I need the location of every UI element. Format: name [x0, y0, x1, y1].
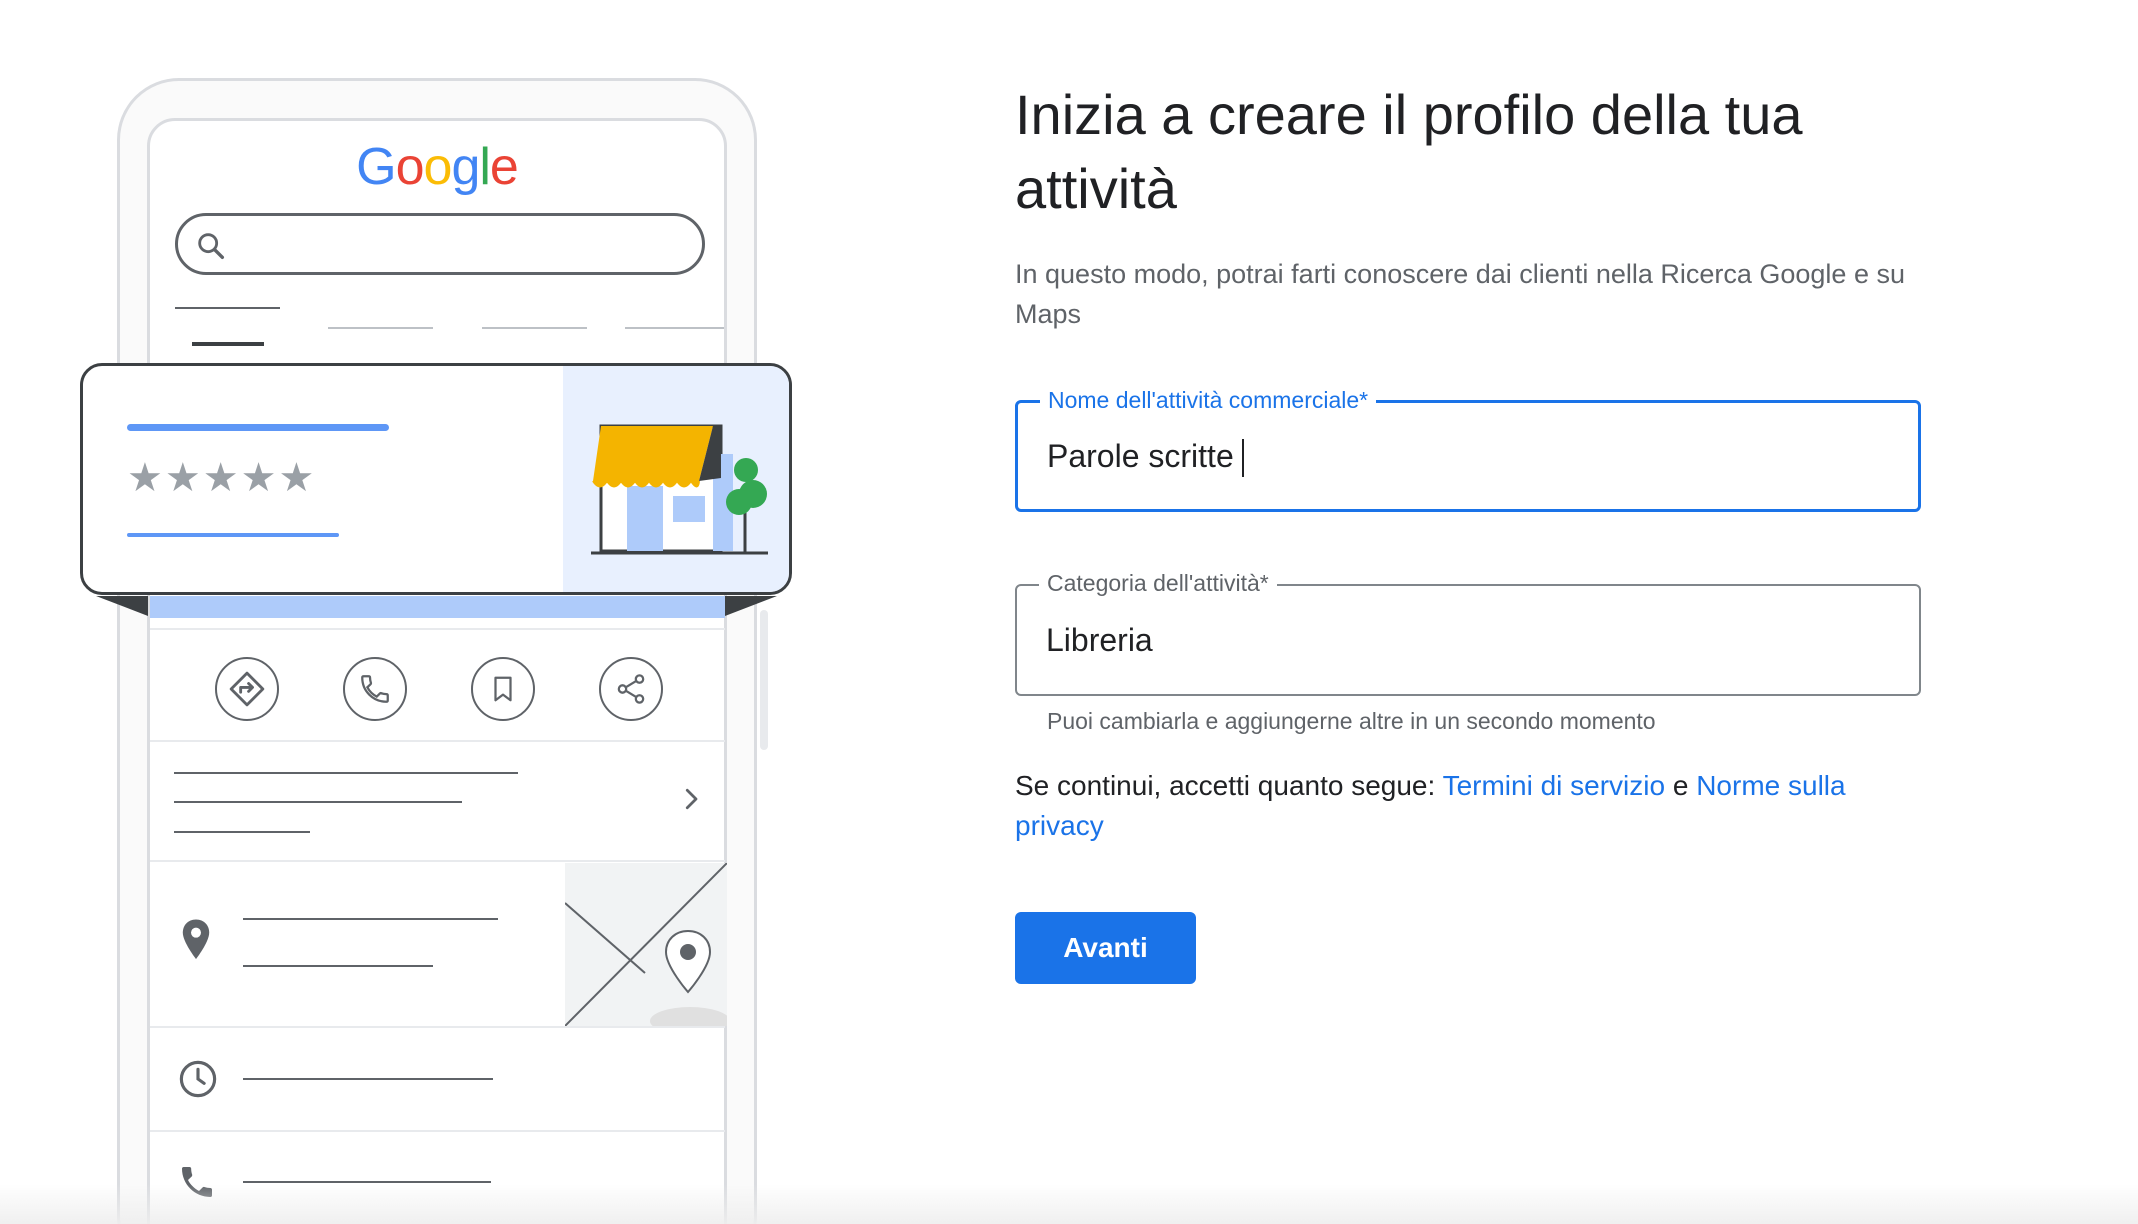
text-placeholder [174, 801, 462, 803]
directions-icon [229, 671, 265, 707]
divider [150, 860, 725, 862]
mock-tab-line [328, 327, 433, 329]
text-placeholder [174, 831, 310, 833]
mock-tab-line [625, 327, 724, 329]
clock-icon [179, 1060, 217, 1098]
page: Google ★★★★★ Inizia a creare il profilo … [0, 0, 2138, 1224]
text-placeholder [243, 918, 498, 920]
terms-conjunction: e [1665, 770, 1697, 801]
business-detail-placeholder [127, 533, 339, 537]
divider [150, 628, 725, 630]
business-category-field[interactable]: Categoria dell'attività* [1015, 568, 1921, 696]
text-placeholder [174, 772, 518, 774]
save-button-icon [471, 657, 535, 721]
business-name-field[interactable]: Nome dell'attività commerciale* [1015, 385, 1921, 512]
google-logo: Google [356, 138, 519, 196]
call-button-icon [343, 657, 407, 721]
category-helper-text: Puoi cambiarla e aggiungerne altre in un… [1047, 708, 1656, 734]
business-name-input[interactable] [1047, 403, 1887, 509]
business-name-placeholder [127, 424, 389, 431]
terms-text: Se continui, accetti quanto segue: Termi… [1015, 766, 1935, 846]
divider [150, 1130, 725, 1132]
text-placeholder [243, 965, 433, 967]
storefront-illustration [563, 366, 789, 592]
location-pin-icon [182, 919, 210, 960]
mock-scrollbar [760, 610, 768, 750]
business-profile-illustration: Google ★★★★★ [0, 0, 900, 1224]
map-icon [565, 863, 727, 1026]
next-button[interactable]: Avanti [1015, 912, 1196, 984]
page-title: Inizia a creare il profilo della tua att… [1015, 83, 1803, 220]
bookmark-icon [494, 676, 512, 702]
card-fold [725, 596, 777, 616]
business-card: ★★★★★ [80, 363, 792, 595]
terms-of-service-link[interactable]: Termini di servizio [1443, 770, 1666, 801]
chevron-right-icon [685, 788, 698, 810]
rating-stars-icon: ★★★★★ [127, 456, 317, 500]
card-fold [96, 596, 148, 616]
text-caret [1242, 439, 1244, 477]
mock-tab-line [482, 327, 587, 329]
text-placeholder [243, 1078, 493, 1080]
business-category-input[interactable] [1046, 586, 1886, 694]
storefront-icon [591, 424, 768, 555]
mock-tab-line [175, 307, 280, 309]
phone-icon [361, 675, 389, 703]
mini-map [565, 863, 727, 1026]
terms-prefix: Se continui, accetti quanto segue: [1015, 770, 1443, 801]
bottom-shadow [0, 1184, 2138, 1224]
create-profile-form: Inizia a creare il profilo della tua att… [1015, 0, 1975, 1224]
divider [150, 1026, 725, 1028]
share-icon [617, 674, 645, 704]
divider [150, 740, 725, 742]
mock-card-strip [150, 596, 725, 618]
search-icon [198, 233, 225, 260]
share-button-icon [599, 657, 663, 721]
directions-button-icon [215, 657, 279, 721]
business-card-info: ★★★★★ [83, 366, 563, 592]
mock-search-bar [175, 213, 705, 275]
mock-tab-indicator [192, 342, 264, 346]
text-placeholder [243, 1181, 491, 1183]
page-subtitle: In questo modo, potrai farti conoscere d… [1015, 259, 1905, 329]
